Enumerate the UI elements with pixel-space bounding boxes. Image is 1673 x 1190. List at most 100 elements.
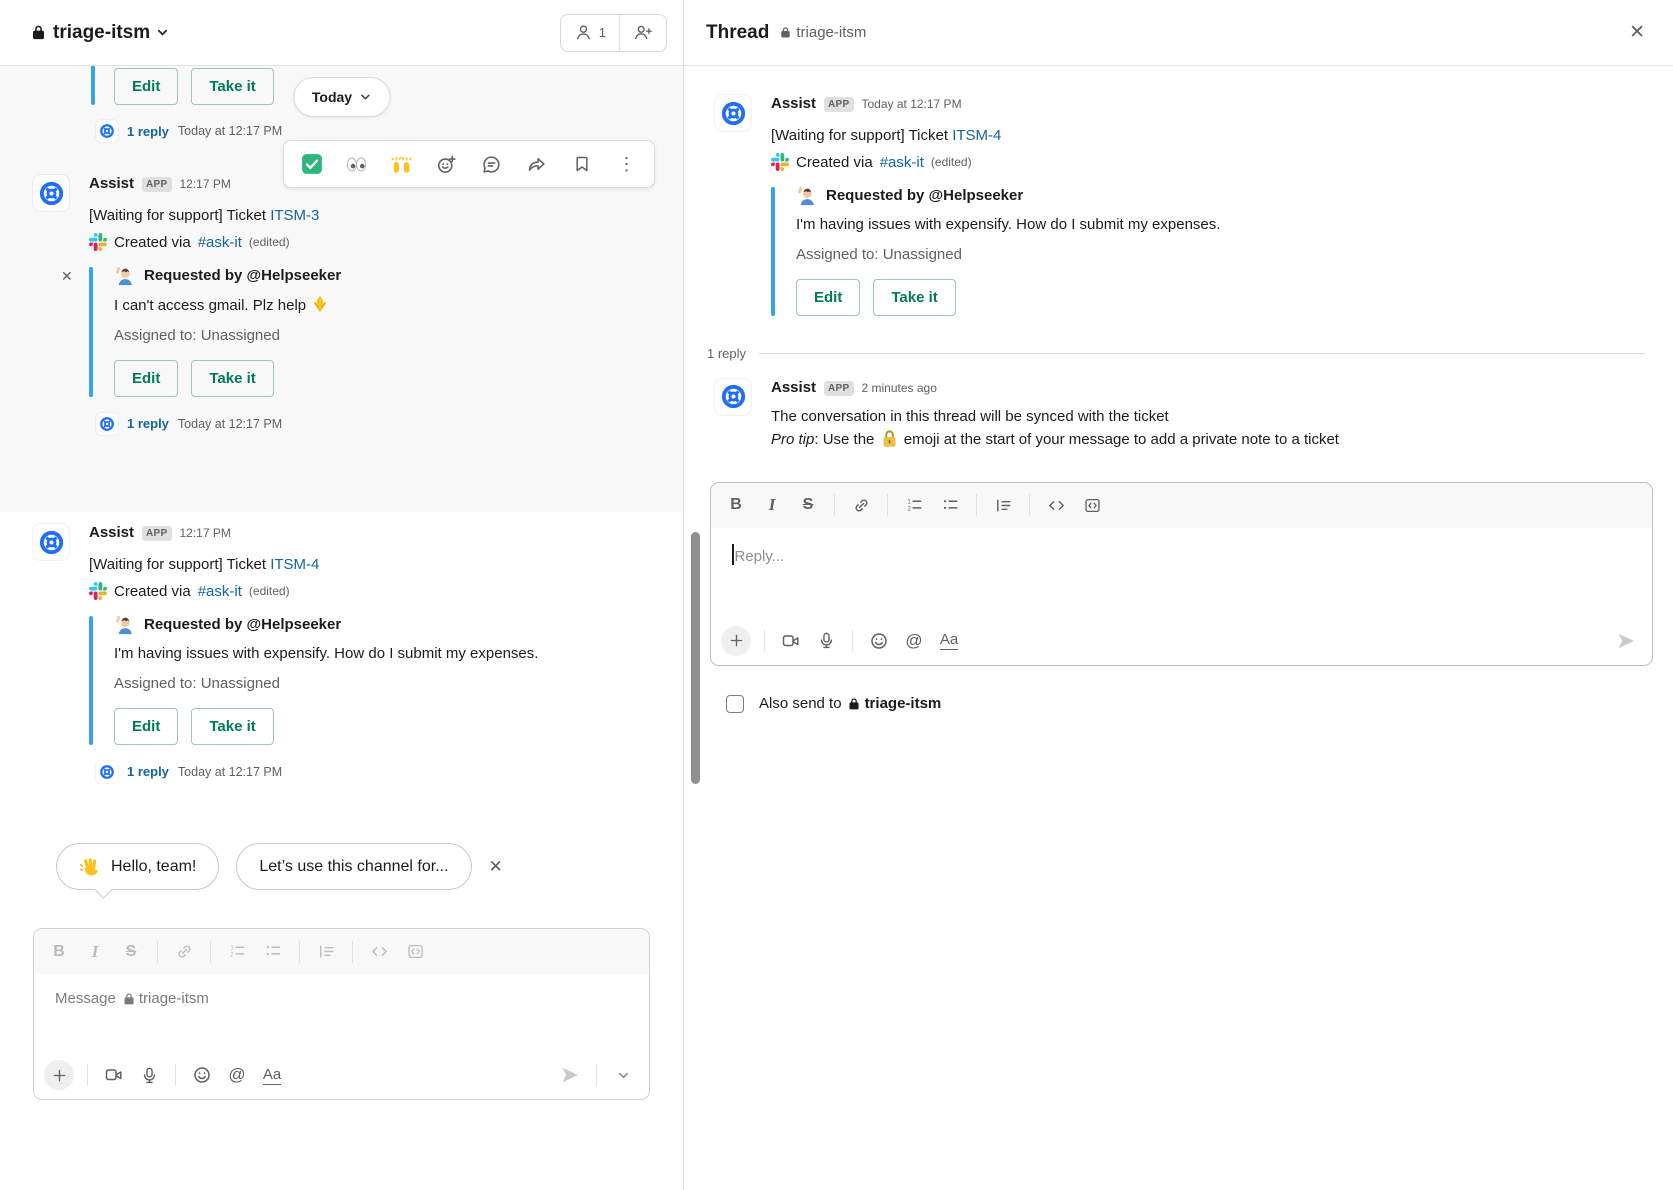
mention-button[interactable]: @ <box>221 1059 253 1091</box>
schedule-send-chevron[interactable] <box>607 1059 639 1091</box>
blockquote-button[interactable] <box>986 489 1020 521</box>
italic-button[interactable]: I <box>755 489 789 521</box>
close-thread-button[interactable]: ✕ <box>1629 23 1645 42</box>
format-toggle-button[interactable]: Aa <box>256 1059 288 1091</box>
ticket-link[interactable]: ITSM-3 <box>270 207 319 224</box>
message-author[interactable]: Assist <box>771 95 816 112</box>
send-button[interactable] <box>554 1059 586 1091</box>
assigned-to-text: Assigned to: Unassigned <box>114 675 611 692</box>
bullet-list-button[interactable] <box>933 489 967 521</box>
take-it-button[interactable]: Take it <box>191 708 273 745</box>
message-timestamp[interactable]: 2 minutes ago <box>862 381 937 395</box>
reply-count-link[interactable]: 1 reply <box>127 764 169 779</box>
strikethrough-button[interactable]: S <box>114 936 148 968</box>
video-message-button[interactable] <box>775 625 807 657</box>
attach-button[interactable] <box>44 1060 74 1090</box>
reply-count-link[interactable]: 1 reply <box>127 124 169 139</box>
thread-reply-row[interactable]: 1 reply Today at 12:17 PM <box>96 120 683 142</box>
code-button[interactable] <box>1039 489 1073 521</box>
send-button[interactable] <box>1610 625 1642 657</box>
suggestion-label: Hello, team! <box>111 858 196 876</box>
thread-reply-row[interactable]: 1 reply Today at 12:17 PM <box>96 761 683 783</box>
suggestion-channel-purpose[interactable]: Let’s use this channel for... <box>236 843 471 890</box>
person-add-icon <box>633 23 653 42</box>
assist-app-avatar[interactable] <box>715 379 751 415</box>
message-timestamp[interactable]: Today at 12:17 PM <box>862 97 962 111</box>
created-via-text: Created via <box>114 234 191 251</box>
remove-attachment-button[interactable]: ✕ <box>61 268 73 285</box>
channel-link[interactable]: #ask-it <box>880 154 924 171</box>
audio-message-button[interactable] <box>810 625 842 657</box>
share-message-button[interactable] <box>515 146 558 182</box>
emoji-button[interactable] <box>186 1059 218 1091</box>
reply-count-link[interactable]: 1 reply <box>127 416 169 431</box>
members-split-button: 1 <box>560 14 667 52</box>
format-toggle-button[interactable]: Aa <box>933 625 965 657</box>
code-block-button[interactable] <box>398 936 432 968</box>
ordered-list-button[interactable]: 12 <box>220 936 254 968</box>
bold-button[interactable]: B <box>42 936 76 968</box>
mention-button[interactable]: @ <box>898 625 930 657</box>
date-divider-pill[interactable]: Today <box>293 77 390 117</box>
add-reaction-button[interactable] <box>425 146 468 182</box>
chevron-down-icon <box>359 91 371 103</box>
code-block-button[interactable] <box>1075 489 1109 521</box>
channel-link[interactable]: #ask-it <box>198 583 242 600</box>
thread-reply-row[interactable]: 1 reply Today at 12:17 PM <box>96 413 683 435</box>
blockquote-button[interactable] <box>309 936 343 968</box>
channel-title-button[interactable]: triage-itsm <box>30 22 169 44</box>
take-it-button[interactable]: Take it <box>191 68 273 105</box>
message-composer[interactable]: B I S 12 Message <box>33 928 650 1100</box>
check-mark-emoji-button[interactable] <box>290 146 333 182</box>
edit-button[interactable]: Edit <box>114 68 178 105</box>
thread-reply-message[interactable]: Assist APP 2 minutes ago The conversatio… <box>684 379 1673 452</box>
strikethrough-button[interactable]: S <box>791 489 825 521</box>
assist-app-avatar[interactable] <box>33 524 69 560</box>
reply-in-thread-button[interactable] <box>470 146 513 182</box>
message-itsm-4[interactable]: Assist APP 12:17 PM [Waiting for support… <box>0 524 683 745</box>
view-members-button[interactable]: 1 <box>561 15 619 51</box>
ticket-link[interactable]: ITSM-4 <box>952 127 1001 144</box>
suggestion-hello-team[interactable]: Hello, team! <box>56 843 219 890</box>
attach-button[interactable] <box>721 626 751 656</box>
message-list[interactable]: Edit Take it 1 reply Today at 12:17 PM A… <box>0 66 683 1190</box>
app-badge: APP <box>824 381 853 396</box>
take-it-button[interactable]: Take it <box>191 360 273 397</box>
message-timestamp[interactable]: 12:17 PM <box>180 177 231 191</box>
italic-button[interactable]: I <box>78 936 112 968</box>
reply-composer[interactable]: B I S 12 Reply... <box>710 482 1653 666</box>
reply-input[interactable]: Reply... <box>711 528 1652 619</box>
thread-root-message[interactable]: Assist APP Today at 12:17 PM [Waiting fo… <box>684 95 1673 316</box>
assist-app-avatar[interactable] <box>33 175 69 211</box>
eyes-emoji-button[interactable] <box>335 146 378 182</box>
bold-button[interactable]: B <box>719 489 753 521</box>
message-timestamp[interactable]: 12:17 PM <box>180 526 231 540</box>
link-button[interactable] <box>844 489 878 521</box>
message-author[interactable]: Assist <box>771 379 816 396</box>
message-input[interactable]: Message triage-itsm <box>34 974 649 1053</box>
add-person-button[interactable] <box>619 15 666 51</box>
dismiss-suggestions-button[interactable]: ✕ <box>489 857 503 877</box>
more-actions-button[interactable]: ⋮ <box>605 146 648 182</box>
channel-link[interactable]: #ask-it <box>198 234 242 251</box>
video-message-button[interactable] <box>98 1059 130 1091</box>
raised-hands-emoji-button[interactable] <box>380 146 423 182</box>
bullet-list-button[interactable] <box>256 936 290 968</box>
link-button[interactable] <box>167 936 201 968</box>
assist-app-avatar[interactable] <box>715 95 751 131</box>
message-author[interactable]: Assist <box>89 175 134 192</box>
also-send-checkbox[interactable] <box>726 695 744 713</box>
scrollbar-thumb[interactable] <box>691 532 700 784</box>
emoji-button[interactable] <box>863 625 895 657</box>
ticket-link[interactable]: ITSM-4 <box>270 556 319 573</box>
ordered-list-button[interactable]: 12 <box>897 489 931 521</box>
audio-message-button[interactable] <box>133 1059 165 1091</box>
message-itsm-3[interactable]: Assist APP 12:17 PM [Waiting for support… <box>0 175 683 397</box>
edit-button[interactable]: Edit <box>796 279 860 316</box>
take-it-button[interactable]: Take it <box>873 279 955 316</box>
bookmark-message-button[interactable] <box>560 146 603 182</box>
edit-button[interactable]: Edit <box>114 708 178 745</box>
code-button[interactable] <box>362 936 396 968</box>
edit-button[interactable]: Edit <box>114 360 178 397</box>
message-author[interactable]: Assist <box>89 524 134 541</box>
